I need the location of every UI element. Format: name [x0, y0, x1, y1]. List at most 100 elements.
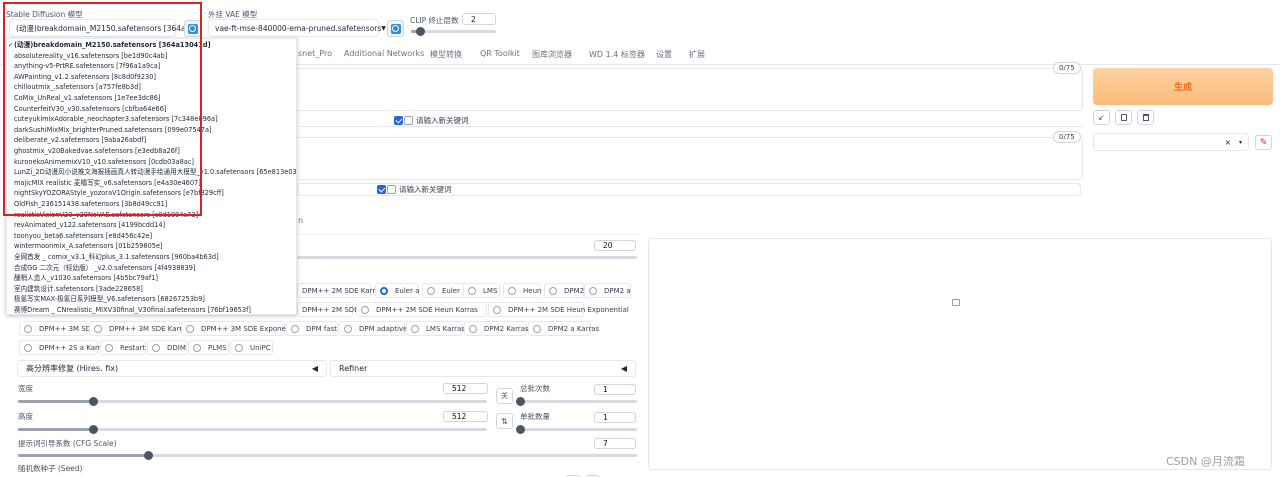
- sampler-dpm2-a[interactable]: DPM2 a: [584, 283, 631, 298]
- sampler-euler-a[interactable]: Euler a: [375, 283, 420, 298]
- keyword-input-1[interactable]: 请输入新关键词: [416, 115, 469, 126]
- model-option[interactable]: ✓ (动漫)breakdomain_M2150.safetensors [364a…: [8, 40, 211, 50]
- model-option[interactable]: 赛博Dream _ CNrealistic_MIXV30final_V30fin…: [14, 305, 251, 314]
- sampler-dpmpp-2s-a-karras[interactable]: DPM++ 2S a Karras: [19, 340, 109, 355]
- swap-dimensions-button[interactable]: ⇅: [496, 413, 513, 429]
- sampler-dpmpp-3m-sde-karras[interactable]: DPM++ 3M SDE Karras: [89, 321, 190, 336]
- slider-knob[interactable]: [89, 397, 99, 406]
- radio[interactable]: [235, 343, 243, 352]
- model-option[interactable]: absolutereality_v16.safetensors [be1d90c…: [14, 51, 167, 61]
- keyword-checkbox-1b[interactable]: [404, 116, 413, 125]
- model-option[interactable]: revAnimated_v122.safetensors [4199bcdd14…: [14, 220, 165, 230]
- cfg-slider[interactable]: [18, 451, 637, 460]
- model-option[interactable]: OldFish_236151438.safetensors [3b8d49cc9…: [14, 199, 167, 209]
- sampler-dpmpp-2m-sde-heun-exponential[interactable]: DPM++ 2M SDE Heun Exponential: [488, 302, 629, 317]
- radio[interactable]: [24, 324, 32, 333]
- radio[interactable]: [533, 324, 541, 333]
- model-option[interactable]: wintermoonmix_A.safetensors [01b259805e]: [14, 241, 163, 251]
- width-slider[interactable]: [18, 397, 487, 406]
- model-option[interactable]: CounterfeitV30_v30.safetensors [cbfba64e…: [14, 104, 166, 114]
- model-option[interactable]: 极氪写实MAX-极氪日系列模型_V6.safetensors [68267253…: [14, 294, 205, 304]
- keyword-checkbox-2b[interactable]: [387, 185, 396, 194]
- sampler-dpmpp-2m-sde-heun[interactable]: DPM++ 2M SDE Heun: [297, 302, 379, 317]
- edit-style-button[interactable]: ✎: [1255, 135, 1272, 150]
- model-option[interactable]: 全网首发 _ comix_v3.1_科幻plus_3.1.safetensors…: [14, 252, 219, 262]
- sampler-restart[interactable]: Restart: [100, 340, 146, 355]
- model-option[interactable]: 合成GG 二次元（轻幼版） _v2.0.safetensors [4f49388…: [14, 263, 196, 273]
- sampler-lms[interactable]: LMS: [463, 283, 500, 298]
- sampler-dpm2-a-karras[interactable]: DPM2 a Karras: [528, 321, 599, 336]
- keyword-checkbox-1[interactable]: [394, 116, 403, 125]
- keyword-checkbox-2[interactable]: [377, 185, 386, 194]
- model-option[interactable]: CoMix_UnReal_v1.safetensors [1e7ee3dc86]: [14, 93, 161, 103]
- sampler-dpm2[interactable]: DPM2: [544, 283, 584, 298]
- batch-size-slider[interactable]: [516, 425, 637, 434]
- model-dropdown-list[interactable]: ✓ (动漫)breakdomain_M2150.safetensors [364a…: [6, 38, 297, 315]
- model-option[interactable]: anything-v5-PrtRE.safetensors [7f96a1a9c…: [14, 61, 160, 71]
- radio[interactable]: [186, 324, 194, 333]
- toggle-button[interactable]: 关: [496, 388, 513, 404]
- model-option[interactable]: majicMIX realistic 麦橘写实_v6.safetensors […: [14, 178, 201, 188]
- styles-select[interactable]: × ▾: [1093, 133, 1249, 151]
- tab-settings[interactable]: 设置: [656, 49, 672, 60]
- radio[interactable]: [508, 286, 516, 295]
- model-option[interactable]: deliberate_v2.safetensors [9aba26abdf]: [14, 135, 146, 145]
- vae-select[interactable]: vae-ft-mse-840000-ema-pruned.safetensors…: [208, 19, 386, 37]
- radio[interactable]: [344, 324, 352, 333]
- model-select[interactable]: (动漫)breakdomain_M2150.safetensors [364a1…: [9, 19, 198, 37]
- radio[interactable]: [94, 324, 102, 333]
- tab-wd-tagger[interactable]: WD 1.4 标签器: [589, 49, 645, 60]
- clear-icon[interactable]: ×: [1225, 138, 1231, 147]
- model-option[interactable]: LunZi_2D动漫风小说推文海报插画真人转动漫手绘通用大模型_v1.0.saf…: [14, 167, 296, 177]
- height-slider[interactable]: [18, 425, 487, 434]
- model-option[interactable]: 室内建筑设计.safetensors [3ade228658]: [14, 284, 143, 294]
- model-option[interactable]: nightSkyYOZORAStyle_yozoraV1Origin.safet…: [14, 188, 224, 198]
- radio[interactable]: [291, 324, 299, 333]
- model-option[interactable]: realisticVisionV20_v20NoVAE.safetensors …: [14, 210, 198, 220]
- sampler-dpm-adaptive[interactable]: DPM adaptive: [339, 321, 407, 336]
- model-option[interactable]: AWPainting_v1.2.safetensors [8c8d0f9230]: [14, 72, 156, 82]
- sampler-plms[interactable]: PLMS: [188, 340, 229, 355]
- sampler-dpmpp-3m-sde[interactable]: DPM++ 3M SDE: [19, 321, 96, 336]
- sampler-dpmpp-2m-sde-heun-karras[interactable]: DPM++ 2M SDE Heun Karras: [356, 302, 487, 317]
- slider-knob[interactable]: [416, 27, 425, 36]
- refresh-models-button[interactable]: [184, 20, 201, 37]
- sampler-dpmpp-3m-sde-exponential[interactable]: DPM++ 3M SDE Exponential: [181, 321, 301, 336]
- tab-extensions[interactable]: 扩展: [689, 49, 705, 60]
- width-input[interactable]: 512: [443, 383, 488, 394]
- slider-knob[interactable]: [89, 425, 99, 434]
- sampler-heun[interactable]: Heun: [503, 283, 541, 298]
- model-option[interactable]: chilloutmix_.safetensors [a757fe8b3d]: [14, 82, 141, 92]
- clipboard-button[interactable]: [1115, 110, 1132, 125]
- model-option[interactable]: ghostmix_v20Bakedvae.safetensors [e3edb8…: [14, 146, 180, 156]
- height-input[interactable]: 512: [443, 411, 488, 422]
- radio[interactable]: [469, 324, 477, 333]
- model-option[interactable]: cuteyukimixAdorable_neochapter3.safetens…: [14, 114, 218, 124]
- sampler-euler[interactable]: Euler: [422, 283, 464, 298]
- cfg-input[interactable]: 7: [594, 438, 636, 449]
- radio[interactable]: [193, 343, 201, 352]
- radio[interactable]: [549, 286, 557, 295]
- sampler-dpm-fast[interactable]: DPM fast: [286, 321, 338, 336]
- slider-knob[interactable]: [516, 425, 525, 434]
- radio[interactable]: [427, 286, 435, 295]
- model-option[interactable]: kuronekoAnimemixV10_v10.safetensors [0cd…: [14, 157, 194, 167]
- refiner-accordion[interactable]: Refiner ◀: [330, 360, 636, 377]
- sampler-unipc[interactable]: UniPC: [230, 340, 273, 355]
- sampler-dpmpp-2m-sde-karras[interactable]: DPM++ 2M SDE Karras: [297, 283, 383, 298]
- tab-gallery[interactable]: 图库浏览器: [532, 49, 572, 60]
- tab-model-convert[interactable]: 模型转换: [430, 49, 462, 60]
- radio[interactable]: [105, 343, 113, 352]
- keyword-input-2[interactable]: 请输入新关键词: [399, 184, 452, 195]
- model-option[interactable]: darkSushiMixMix_brighterPruned.safetenso…: [14, 125, 212, 135]
- tab-qr-toolkit[interactable]: QR Toolkit: [480, 49, 520, 58]
- model-option[interactable]: toonyou_beta6.safetensors [e8d456c42e]: [14, 231, 152, 241]
- model-option[interactable]: 醺梢人造人_v1030.safetensors [4b5bc79af1]: [14, 273, 158, 283]
- tab-controlnet[interactable]: snet_Pro: [298, 49, 332, 58]
- radio[interactable]: [493, 305, 501, 314]
- tab-additional-networks[interactable]: Additional Networks: [344, 49, 424, 58]
- radio[interactable]: [468, 286, 476, 295]
- steps-slider[interactable]: [297, 256, 637, 259]
- sampler-ddim[interactable]: DDIM: [147, 340, 187, 355]
- sampler-dpm2-karras[interactable]: DPM2 Karras: [464, 321, 529, 336]
